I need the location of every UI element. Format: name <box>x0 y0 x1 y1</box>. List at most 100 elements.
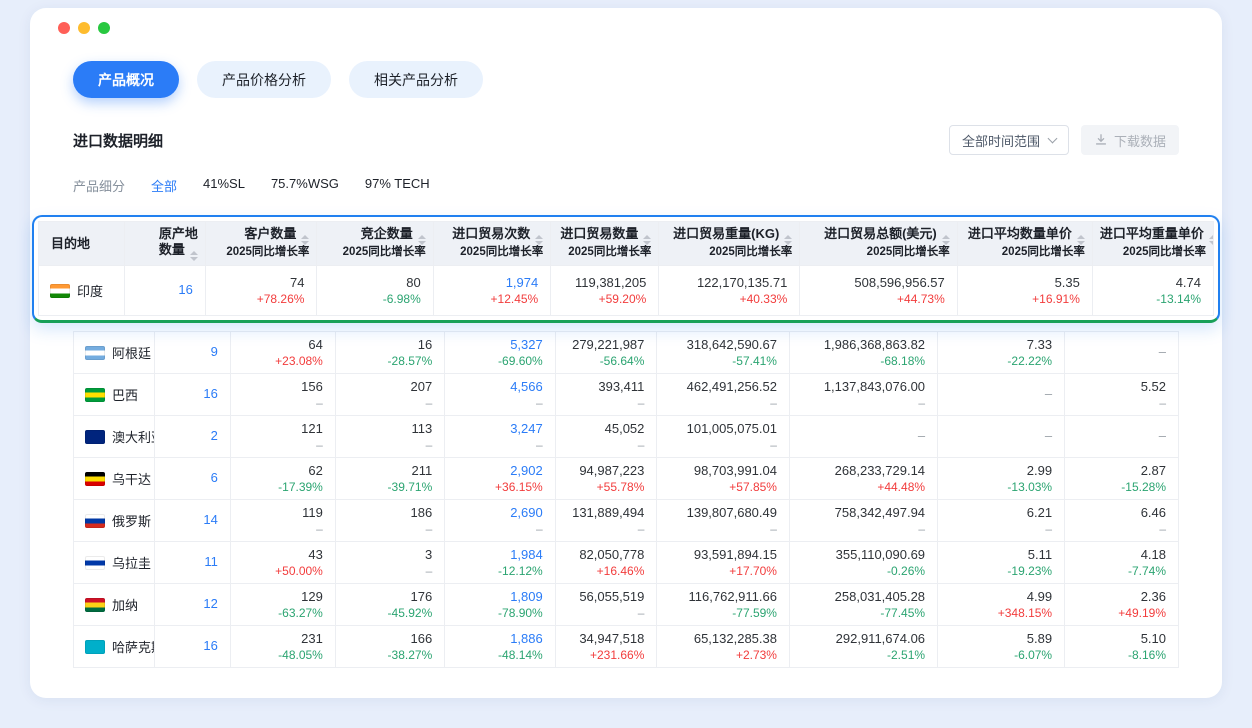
growth-value: -22.22% <box>950 354 1052 370</box>
origin-count-link[interactable]: 16 <box>203 638 217 653</box>
segment-option-3[interactable]: 75.7%WSG <box>271 176 339 195</box>
country-name: 乌拉圭 <box>112 556 151 571</box>
trade-count-link[interactable]: 3,247 <box>457 420 542 439</box>
sort-icon[interactable] <box>1209 235 1214 245</box>
pinned-table: 目的地原产地数量客户数量2025同比增长率竞企数量2025同比增长率进口贸易次数… <box>38 221 1214 316</box>
growth-value: -12.12% <box>457 564 542 580</box>
cell-value: 4.18 <box>1077 546 1166 565</box>
segment-options: 全部 41%SL 75.7%WSG 97% TECH <box>151 176 430 195</box>
segment-option-2[interactable]: 41%SL <box>203 176 245 195</box>
trade-count-link[interactable]: 1,984 <box>457 546 542 565</box>
cell-value: 34,947,518 <box>568 630 645 649</box>
sort-icon[interactable] <box>535 235 543 245</box>
growth-value: – <box>802 522 925 538</box>
growth-value: – <box>348 564 432 580</box>
growth-value: +12.45% <box>446 292 538 308</box>
tab-3[interactable]: 相关产品分析 <box>349 61 483 98</box>
column-sublabel: 2025同比增长率 <box>441 245 543 261</box>
cell-value: 279,221,987 <box>568 336 645 355</box>
maximize-window-button[interactable] <box>98 22 110 34</box>
cell-value: 101,005,075.01 <box>669 420 777 439</box>
growth-value: -8.16% <box>1077 648 1166 664</box>
download-data-button[interactable]: 下载数据 <box>1081 125 1179 155</box>
column-header-6[interactable]: 进口贸易数量2025同比增长率 <box>551 222 659 266</box>
growth-value: -48.05% <box>243 648 323 664</box>
country-flag-icon <box>85 388 105 402</box>
cell-value: 268,233,729.14 <box>802 462 925 481</box>
sort-icon[interactable] <box>784 235 792 245</box>
growth-value: – <box>568 606 645 622</box>
cell-value: 355,110,090.69 <box>802 546 925 565</box>
origin-count-link[interactable]: 12 <box>203 596 217 611</box>
sort-icon[interactable] <box>418 235 426 245</box>
growth-value: -15.28% <box>1077 480 1166 496</box>
section-header: 进口数据明细 全部时间范围 下载数据 <box>30 98 1222 155</box>
trade-count-link[interactable]: 2,902 <box>457 462 542 481</box>
growth-value: +57.85% <box>669 480 777 496</box>
sort-icon[interactable] <box>190 251 198 261</box>
column-sublabel: 2025同比增长率 <box>666 245 792 261</box>
country-flag-icon <box>85 598 105 612</box>
column-label: 竞企数量 <box>361 226 413 241</box>
cell-value: 4.74 <box>1105 274 1201 293</box>
cell-value: 5.35 <box>970 274 1080 293</box>
growth-value: -77.59% <box>669 606 777 622</box>
time-range-select[interactable]: 全部时间范围 <box>949 125 1069 155</box>
origin-count-link[interactable]: 2 <box>211 428 218 443</box>
trade-count-link[interactable]: 1,974 <box>446 274 538 293</box>
column-header-3[interactable]: 客户数量2025同比增长率 <box>205 222 317 266</box>
cell-value: 16 <box>348 336 432 355</box>
column-header-5[interactable]: 进口贸易次数2025同比增长率 <box>433 222 550 266</box>
column-header-4[interactable]: 竞企数量2025同比增长率 <box>317 222 433 266</box>
cell-value: 758,342,497.94 <box>802 504 925 523</box>
trade-count-link[interactable]: 1,809 <box>457 588 542 607</box>
trade-count-link[interactable]: 2,690 <box>457 504 542 523</box>
trade-count-link[interactable]: 5,327 <box>457 336 542 355</box>
cell-value: 129 <box>243 588 323 607</box>
sort-icon[interactable] <box>301 235 309 245</box>
tab-2[interactable]: 产品价格分析 <box>197 61 331 98</box>
segment-option-4[interactable]: 97% TECH <box>365 176 430 195</box>
sort-icon[interactable] <box>643 235 651 245</box>
table-row: 加纳12129-63.27%176-45.92%1,809-78.90%56,0… <box>74 584 1179 626</box>
cell-value: 94,987,223 <box>568 462 645 481</box>
sort-icon[interactable] <box>1077 235 1085 245</box>
growth-value: -68.18% <box>802 354 925 370</box>
column-sublabel: 2025同比增长率 <box>1100 245 1206 261</box>
column-header-2[interactable]: 原产地数量 <box>124 222 205 266</box>
cell-value: 64 <box>243 336 323 355</box>
origin-count-link[interactable]: 6 <box>211 470 218 485</box>
column-header-8[interactable]: 进口贸易总额(美元)2025同比增长率 <box>800 222 957 266</box>
growth-value: – <box>348 522 432 538</box>
column-header-10[interactable]: 进口平均重量单价2025同比增长率 <box>1092 222 1213 266</box>
pinned-body: 印度1674+78.26%80-6.98%1,974+12.45%119,381… <box>39 266 1214 316</box>
cell-value: 122,170,135.71 <box>671 274 787 293</box>
cell-value: – <box>1077 343 1166 362</box>
sort-icon[interactable] <box>942 235 950 245</box>
app-window: 产品概况产品价格分析相关产品分析 进口数据明细 全部时间范围 下载数据 产品细分… <box>30 8 1222 698</box>
close-window-button[interactable] <box>58 22 70 34</box>
cell-value: 56,055,519 <box>568 588 645 607</box>
segment-option-1[interactable]: 全部 <box>151 176 177 195</box>
cell-value: 2.99 <box>950 462 1052 481</box>
growth-value: – <box>348 396 432 412</box>
trade-count-link[interactable]: 4,566 <box>457 378 542 397</box>
origin-count-link[interactable]: 11 <box>204 554 218 569</box>
growth-value: +17.70% <box>669 564 777 580</box>
trade-count-link[interactable]: 1,886 <box>457 630 542 649</box>
growth-value: +50.00% <box>243 564 323 580</box>
table-body-section: 阿根廷964+23.08%16-28.57%5,327-69.60%279,22… <box>73 331 1179 668</box>
minimize-window-button[interactable] <box>78 22 90 34</box>
column-header-9[interactable]: 进口平均数量单价2025同比增长率 <box>957 222 1092 266</box>
growth-value: +348.15% <box>950 606 1052 622</box>
column-header-7[interactable]: 进口贸易重量(KG)2025同比增长率 <box>659 222 800 266</box>
cell-value: 116,762,911.66 <box>669 588 777 607</box>
cell-value: 45,052 <box>568 420 645 439</box>
origin-count-link[interactable]: 14 <box>203 512 217 527</box>
tab-1[interactable]: 产品概况 <box>73 61 179 98</box>
origin-count-link[interactable]: 9 <box>211 344 218 359</box>
cell-value: 1,137,843,076.00 <box>802 378 925 397</box>
growth-value: – <box>669 438 777 454</box>
origin-count-link[interactable]: 16 <box>178 282 192 297</box>
origin-count-link[interactable]: 16 <box>203 386 217 401</box>
